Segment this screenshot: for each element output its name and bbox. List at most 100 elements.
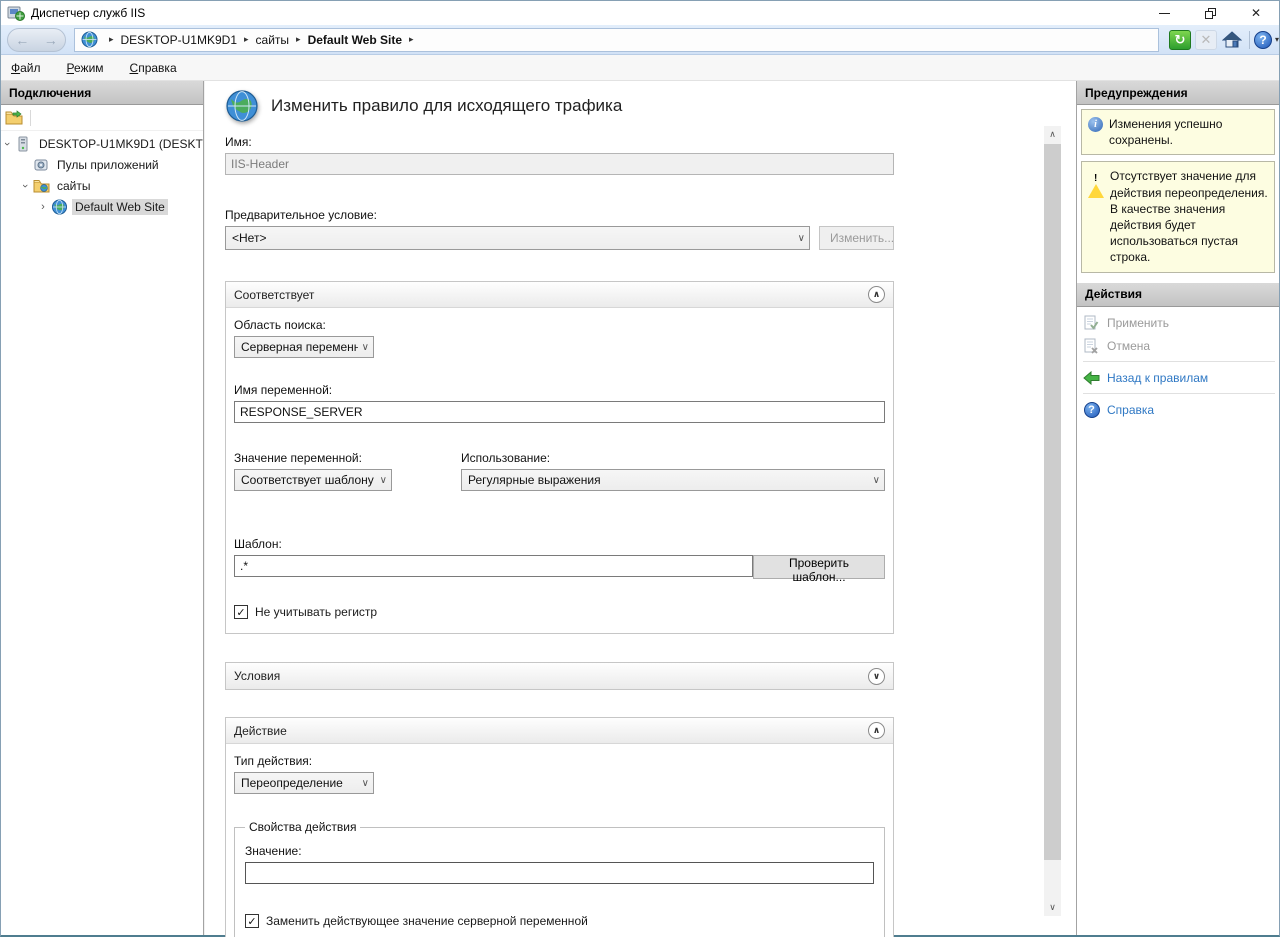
divider	[1083, 361, 1275, 362]
tree-item-default-web-site-label: Default Web Site	[72, 199, 168, 215]
info-alert-text: Изменения успешно сохранены.	[1109, 116, 1268, 148]
page-header: Изменить правило для исходящего трафика	[225, 89, 894, 123]
apply-action: Применить	[1083, 313, 1279, 334]
tree-item-app-pools[interactable]: Пулы приложений	[1, 154, 203, 175]
menu-bar: Файл Режим Справка	[1, 55, 1279, 81]
action-type-select[interactable]: Переопределение ∨	[234, 772, 374, 794]
rule-editor-panel: Изменить правило для исходящего трафика …	[205, 81, 1077, 935]
breadcrumb-item-site[interactable]: Default Web Site	[308, 33, 402, 47]
breadcrumb-item-sites[interactable]: сайты	[256, 33, 290, 47]
scroll-up-icon[interactable]: ∧	[1044, 126, 1061, 143]
breadcrumb-item-server[interactable]: DESKTOP-U1MK9D1	[121, 33, 237, 47]
forward-icon[interactable]: →	[44, 33, 58, 47]
restore-button[interactable]	[1187, 1, 1233, 25]
chevron-down-icon: ∨	[362, 778, 369, 789]
action-section-header[interactable]: Действие ∧	[226, 718, 893, 744]
action-properties-legend: Свойства действия	[245, 820, 360, 834]
tree-expander-icon[interactable]: ›	[1, 138, 13, 150]
cancel-action: Отмена	[1083, 336, 1279, 357]
scope-select[interactable]: Серверная переменн ∨	[234, 336, 374, 358]
menu-view[interactable]: Режим	[67, 61, 104, 75]
toolbar-divider	[1249, 31, 1250, 49]
connections-tree: › DESKTOP-U1MK9D1 (DESKTOP	[1, 131, 203, 217]
back-to-rules-label[interactable]: Назад к правилам	[1107, 371, 1208, 385]
chevron-down-icon: ∨	[873, 475, 880, 486]
ignore-case-checkbox-row[interactable]: ✓ Не учитывать регистр	[234, 605, 885, 619]
tree-item-server-label: DESKTOP-U1MK9D1 (DESKTOP	[36, 136, 203, 152]
stop-icon: ✕	[1195, 30, 1217, 50]
name-label: Имя:	[225, 135, 894, 149]
variable-value-select[interactable]: Соответствует шаблону ∨	[234, 469, 392, 491]
action-value-input[interactable]	[245, 862, 874, 884]
back-to-rules-action[interactable]: Назад к правилам	[1083, 368, 1279, 389]
match-section-header[interactable]: Соответствует ∧	[226, 282, 893, 308]
action-properties-group: Свойства действия Значение: ✓ Заменить д…	[234, 820, 885, 937]
breadcrumb[interactable]: ▸ DESKTOP-U1MK9D1 ▸ сайты ▸ Default Web …	[74, 28, 1159, 52]
chevron-down-icon: ∨	[380, 475, 387, 486]
home-icon[interactable]	[1221, 30, 1243, 50]
globe-icon	[81, 31, 98, 48]
variable-name-input[interactable]	[234, 401, 885, 423]
match-section: Соответствует ∧ Область поиска: Серверна…	[225, 281, 894, 634]
using-label: Использование:	[461, 451, 885, 465]
cancel-label: Отмена	[1107, 339, 1150, 353]
cancel-icon	[1083, 338, 1100, 354]
checkbox-checked-icon[interactable]: ✓	[234, 605, 248, 619]
address-bar: ← → ▸ DESKTOP-U1MK9D1 ▸ сайты ▸ Default …	[1, 25, 1279, 55]
variable-name-label: Имя переменной:	[234, 383, 885, 397]
save-connection-icon[interactable]	[5, 110, 24, 126]
page-title: Изменить правило для исходящего трафика	[271, 96, 622, 116]
tree-item-sites-label: сайты	[54, 178, 94, 194]
action-section-title: Действие	[234, 724, 868, 738]
collapse-icon[interactable]: ∧	[868, 286, 885, 303]
test-pattern-button[interactable]: Проверить шаблон...	[753, 555, 885, 579]
refresh-icon[interactable]: ↻	[1169, 30, 1191, 50]
help-label[interactable]: Справка	[1107, 403, 1154, 417]
expand-icon[interactable]: ∨	[868, 668, 885, 685]
menu-help[interactable]: Справка	[130, 61, 177, 75]
tree-item-sites[interactable]: › сайты	[1, 175, 203, 196]
tree-item-default-web-site[interactable]: › Default Web Site	[1, 196, 203, 217]
collapse-icon[interactable]: ∧	[868, 722, 885, 739]
warning-icon: !	[1088, 169, 1104, 185]
vertical-scrollbar[interactable]: ∧ ∨	[1044, 126, 1061, 916]
pattern-input[interactable]	[234, 555, 753, 577]
replace-label: Заменить действующее значение серверной …	[266, 914, 588, 928]
server-icon	[15, 136, 32, 152]
conditions-section-header[interactable]: Условия ∨	[226, 663, 893, 689]
scroll-down-icon[interactable]: ∨	[1044, 899, 1061, 916]
using-select[interactable]: Регулярные выражения ∨	[461, 469, 885, 491]
tree-item-server[interactable]: › DESKTOP-U1MK9D1 (DESKTOP	[1, 133, 203, 154]
scrollbar-thumb[interactable]	[1044, 144, 1061, 860]
minimize-button[interactable]	[1141, 1, 1187, 25]
help-menu-caret-icon[interactable]: ▾	[1275, 35, 1279, 44]
tree-expander-icon[interactable]: ›	[19, 180, 31, 192]
menu-file[interactable]: Файл	[11, 61, 41, 75]
help-icon[interactable]: ?	[1254, 31, 1272, 49]
replace-checkbox-row[interactable]: ✓ Заменить действующее значение серверно…	[245, 914, 874, 928]
info-alert: i Изменения успешно сохранены.	[1081, 109, 1275, 155]
site-globe-icon	[51, 199, 68, 215]
divider	[1083, 393, 1275, 394]
address-toolbar: ↻ ✕ ? ▾	[1167, 30, 1279, 50]
chevron-down-icon: ∨	[362, 342, 369, 353]
scope-label: Область поиска:	[234, 318, 885, 332]
toolbar-divider	[30, 110, 31, 126]
variable-value-label: Значение переменной:	[234, 451, 461, 465]
match-section-title: Соответствует	[234, 288, 868, 302]
apply-icon	[1083, 315, 1100, 331]
tree-expander-icon[interactable]: ›	[37, 201, 49, 213]
close-button[interactable]: ✕	[1233, 1, 1279, 25]
edit-precondition-button: Изменить...	[819, 226, 894, 250]
navigation-buttons: ← →	[7, 28, 66, 52]
action-section: Действие ∧ Тип действия: Переопределение…	[225, 717, 894, 937]
ignore-case-label: Не учитывать регистр	[255, 605, 377, 619]
precondition-select[interactable]: <Нет> ∨	[225, 226, 810, 250]
checkbox-checked-icon[interactable]: ✓	[245, 914, 259, 928]
info-icon: i	[1088, 117, 1103, 132]
back-icon[interactable]: ←	[15, 33, 29, 47]
help-action[interactable]: ? Справка	[1083, 400, 1279, 421]
breadcrumb-separator-icon: ▸	[244, 34, 249, 45]
window-title: Диспетчер служб IIS	[31, 6, 145, 20]
page-globe-icon	[225, 89, 259, 123]
